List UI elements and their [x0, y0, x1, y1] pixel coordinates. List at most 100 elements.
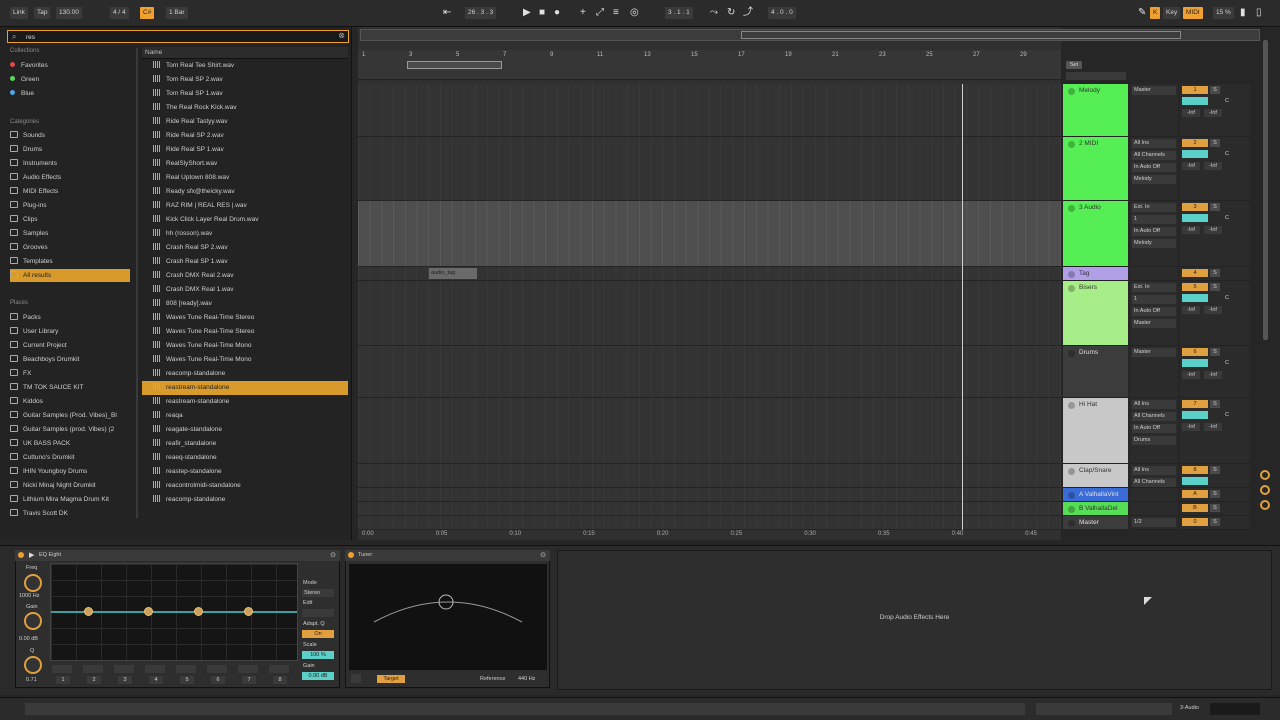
tuner-target-button[interactable]: Target [377, 675, 405, 683]
freq-knob[interactable] [24, 574, 42, 592]
track-fold-icon[interactable] [1068, 492, 1075, 499]
pan-field[interactable]: C [1220, 97, 1234, 105]
io-select[interactable]: Melody [1132, 175, 1176, 184]
record-icon[interactable]: ● [554, 6, 560, 20]
band-shape-select[interactable] [83, 665, 103, 673]
solo-button[interactable]: S [1210, 504, 1220, 512]
clear-search-icon[interactable]: ⊗ [338, 31, 345, 40]
place-item[interactable]: Beachboys Drumkit [10, 353, 130, 366]
volume-field[interactable] [1182, 294, 1208, 302]
track-activator[interactable]: 5 [1182, 283, 1208, 291]
file-list-item[interactable]: hh (rosson).wav [142, 227, 348, 241]
play-icon[interactable]: ▶ [523, 6, 531, 20]
reenable-automation-icon[interactable]: ⤢ [596, 6, 604, 20]
track-header[interactable]: Bisers [1063, 281, 1128, 346]
midi-map-button[interactable]: MIDI [1183, 7, 1203, 19]
loop-length-field[interactable]: 4 . 0 . 0 [768, 7, 796, 19]
track-lane[interactable] [358, 84, 1061, 137]
category-item[interactable]: Templates [10, 255, 130, 268]
track-fold-icon[interactable] [1068, 141, 1075, 148]
file-list-item[interactable]: Waves Tune Real-Time Stereo [142, 311, 348, 325]
eq-band-handle[interactable] [84, 607, 93, 616]
track-activator[interactable]: A [1182, 490, 1208, 498]
tuner-mode-toggle[interactable] [351, 674, 361, 683]
place-item[interactable]: Cuttuno's Drumkit [10, 451, 130, 464]
file-list-item[interactable]: reacomp-standalone [142, 367, 348, 381]
file-list-item[interactable]: reastream-standalone [142, 395, 348, 409]
io-select[interactable]: Master [1132, 348, 1176, 357]
io-select[interactable]: Ext. In [1132, 203, 1176, 212]
io-select[interactable]: All Ins [1132, 139, 1176, 148]
track-header[interactable]: B ValhallaDel [1063, 502, 1128, 516]
io-select[interactable]: All Channels [1132, 412, 1176, 421]
track-lane[interactable] [358, 281, 1061, 346]
category-item[interactable]: Drums [10, 143, 130, 156]
computer-keyboard-icon[interactable]: K [1150, 7, 1161, 19]
place-item[interactable]: UK BASS PACK [10, 437, 130, 450]
track-fold-icon[interactable] [1068, 88, 1075, 95]
place-item[interactable]: Current Project [10, 339, 130, 352]
category-item[interactable]: Sounds [10, 129, 130, 142]
category-item[interactable]: Clips [10, 213, 130, 226]
quantize-select[interactable]: 1 Bar [166, 7, 188, 19]
track-header[interactable]: Melody [1063, 84, 1128, 137]
file-list-item[interactable]: reastep-standalone [142, 465, 348, 479]
place-item[interactable]: User Library [10, 325, 130, 338]
place-item[interactable]: Travis Scott DK [10, 507, 130, 520]
file-list-item[interactable]: Waves Tune Real-Time Mono [142, 339, 348, 353]
track-fold-icon[interactable] [1068, 506, 1075, 513]
file-list-item[interactable]: reagate-standalone [142, 423, 348, 437]
stop-icon[interactable]: ■ [539, 6, 545, 20]
place-item[interactable]: TM TOK SAUCE KIT [10, 381, 130, 394]
tempo-follower-icon[interactable] [1260, 470, 1270, 480]
volume-field[interactable] [1182, 214, 1208, 222]
overview-toggle-icon[interactable]: ▯ [1256, 6, 1262, 20]
mode-select[interactable]: Stereo [302, 589, 334, 597]
band-toggle[interactable]: 3 [118, 676, 132, 684]
io-select[interactable]: 1/2 [1132, 518, 1176, 527]
solo-button[interactable]: S [1210, 139, 1220, 147]
track-activator[interactable]: 1 [1182, 86, 1208, 94]
file-list-item[interactable]: Tom Real SP 2.wav [142, 73, 348, 87]
pencil-icon[interactable]: ✎ [1138, 6, 1146, 20]
collection-item[interactable]: Green [10, 73, 130, 86]
sidebar-scrollbar[interactable] [136, 48, 138, 518]
category-item[interactable]: MIDI Effects [10, 185, 130, 198]
track-activator[interactable]: 8 [1182, 466, 1208, 474]
track-fold-icon[interactable] [1068, 520, 1075, 527]
track-lane[interactable] [358, 346, 1061, 398]
freq-value[interactable]: 1000 Hz [19, 593, 40, 599]
file-list-item[interactable]: reaqa [142, 409, 348, 423]
pan-field[interactable]: C [1220, 359, 1234, 367]
tempo-field[interactable]: 130.00 [56, 7, 82, 19]
file-list-item[interactable]: Real Uptown 808.wav [142, 171, 348, 185]
q-value[interactable]: 0.71 [26, 677, 37, 683]
file-list-item[interactable]: Ready sfx@theicky.wav [142, 185, 348, 199]
track-fold-icon[interactable] [1068, 468, 1075, 475]
file-list-item[interactable]: Crash DMX Real 1.wav [142, 283, 348, 297]
track-activator[interactable]: B [1182, 504, 1208, 512]
track-lane[interactable] [358, 488, 1061, 502]
band-toggle[interactable]: 2 [87, 676, 101, 684]
automation-arm-icon[interactable]: + [580, 6, 586, 20]
output-gain-field[interactable]: 0.00 dB [302, 672, 334, 680]
capture-icon[interactable]: ≡ [613, 6, 619, 20]
io-select[interactable]: Master [1132, 319, 1176, 328]
edit-toggle[interactable] [302, 609, 334, 617]
file-list-item[interactable]: Ride Real Tastyy.wav [142, 115, 348, 129]
overview-range[interactable] [741, 31, 1181, 39]
io-select[interactable]: Master [1132, 86, 1176, 95]
band-toggle[interactable]: 7 [242, 676, 256, 684]
io-select[interactable]: In Auto Off [1132, 163, 1176, 172]
io-select[interactable]: All Ins [1132, 400, 1176, 409]
volume-field[interactable] [1182, 97, 1208, 105]
loop-brace[interactable] [407, 61, 502, 69]
track-header[interactable]: Hi Hat [1063, 398, 1128, 464]
scale-field[interactable]: 100 % [302, 651, 334, 659]
file-list-item[interactable]: Waves Tune Real-Time Stereo [142, 325, 348, 339]
file-list-item[interactable]: reastream-standalone [142, 381, 348, 395]
expand-icon[interactable]: ▶ [29, 551, 34, 559]
link-button[interactable]: Link [10, 7, 28, 19]
band-shape-select[interactable] [238, 665, 258, 673]
back-arrow-icon[interactable]: ⇤ [443, 6, 451, 20]
